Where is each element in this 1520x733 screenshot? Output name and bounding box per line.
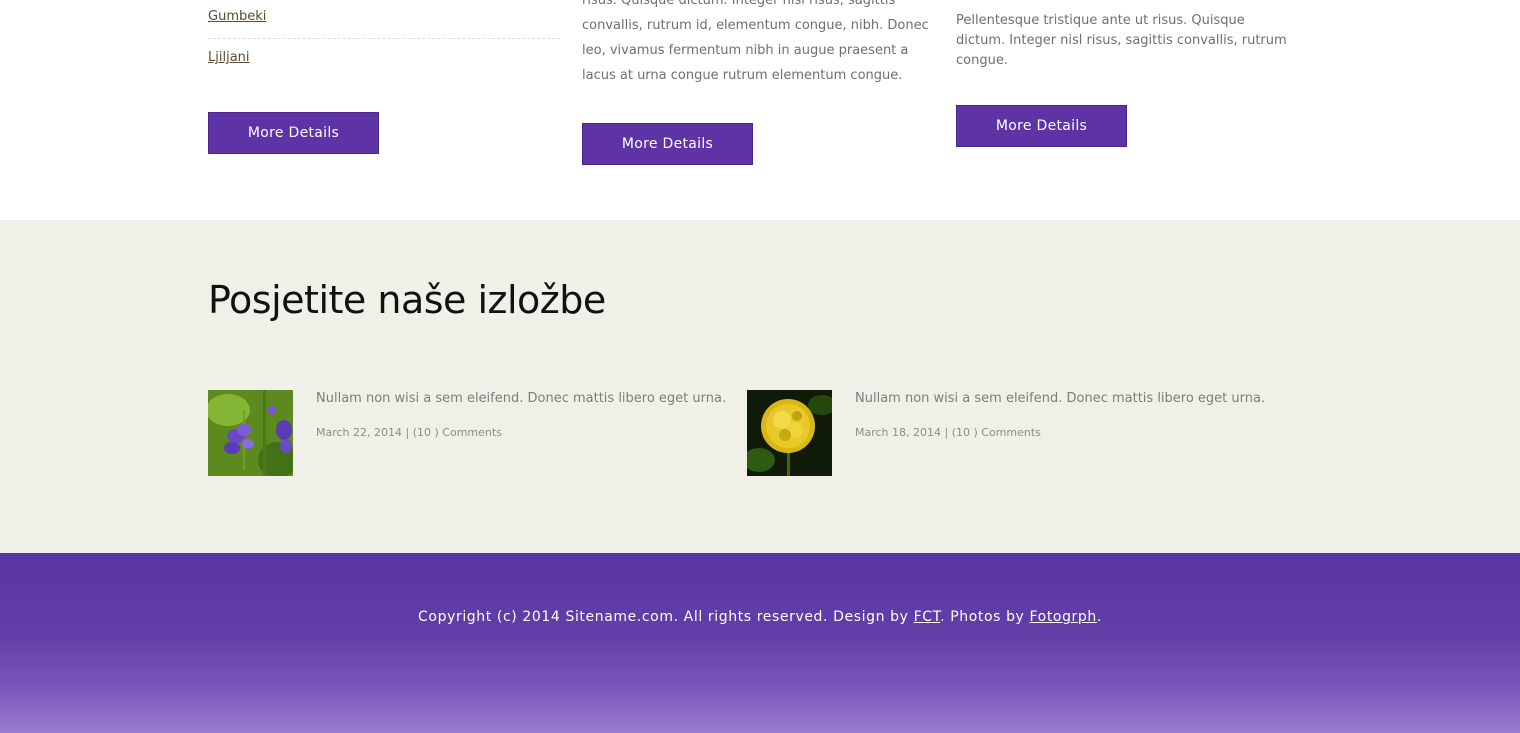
purple-flower-image[interactable]	[208, 390, 293, 476]
photos-prefix: . Photos by	[940, 609, 1030, 625]
comments-link[interactable]: (10 ) Comments	[413, 426, 502, 439]
exhibitions-section: Posjetite naše izložbe Nullam non wisi a…	[0, 220, 1520, 553]
post-date: March 22, 2014	[316, 426, 403, 439]
copyright-suffix: .	[1096, 609, 1102, 625]
comments-link[interactable]: (10 ) Comments	[952, 426, 1041, 439]
more-details-button-3[interactable]: More Details	[956, 105, 1127, 147]
post-meta: March 22, 2014 | (10 ) Comments	[316, 426, 502, 439]
post-meta: March 18, 2014 | (10 ) Comments	[855, 426, 1041, 439]
post-excerpt: Nullam non wisi a sem eleifend. Donec ma…	[855, 391, 1266, 406]
copyright-text: Copyright (c) 2014 Sitename.com. All rig…	[0, 609, 1520, 625]
design-link[interactable]: FCT	[914, 609, 941, 625]
divider	[208, 38, 560, 39]
meta-separator: |	[941, 426, 952, 439]
meta-separator: |	[402, 426, 413, 439]
photos-link[interactable]: Fotogrph	[1030, 609, 1097, 625]
yellow-marigold-image[interactable]	[747, 390, 832, 476]
top-section: Gumbeki Ljiljani More Details risus. Qui…	[0, 0, 1520, 220]
column-2-paragraph: risus. Quisque dictum. Integer nisl risu…	[582, 0, 929, 83]
section-title: Posjetite naše izložbe	[208, 278, 606, 322]
post-excerpt: Nullam non wisi a sem eleifend. Donec ma…	[316, 391, 727, 406]
more-details-button-1[interactable]: More Details	[208, 112, 379, 154]
link-ljiljani[interactable]: Ljiljani	[208, 50, 250, 65]
column-3-paragraph: Pellentesque tristique ante ut risus. Qu…	[956, 13, 1287, 68]
link-gumbeki[interactable]: Gumbeki	[208, 9, 266, 24]
post-date: March 18, 2014	[855, 426, 942, 439]
footer: Copyright (c) 2014 Sitename.com. All rig…	[0, 553, 1520, 733]
more-details-button-2[interactable]: More Details	[582, 123, 753, 165]
copyright-prefix: Copyright (c) 2014 Sitename.com. All rig…	[418, 609, 914, 625]
